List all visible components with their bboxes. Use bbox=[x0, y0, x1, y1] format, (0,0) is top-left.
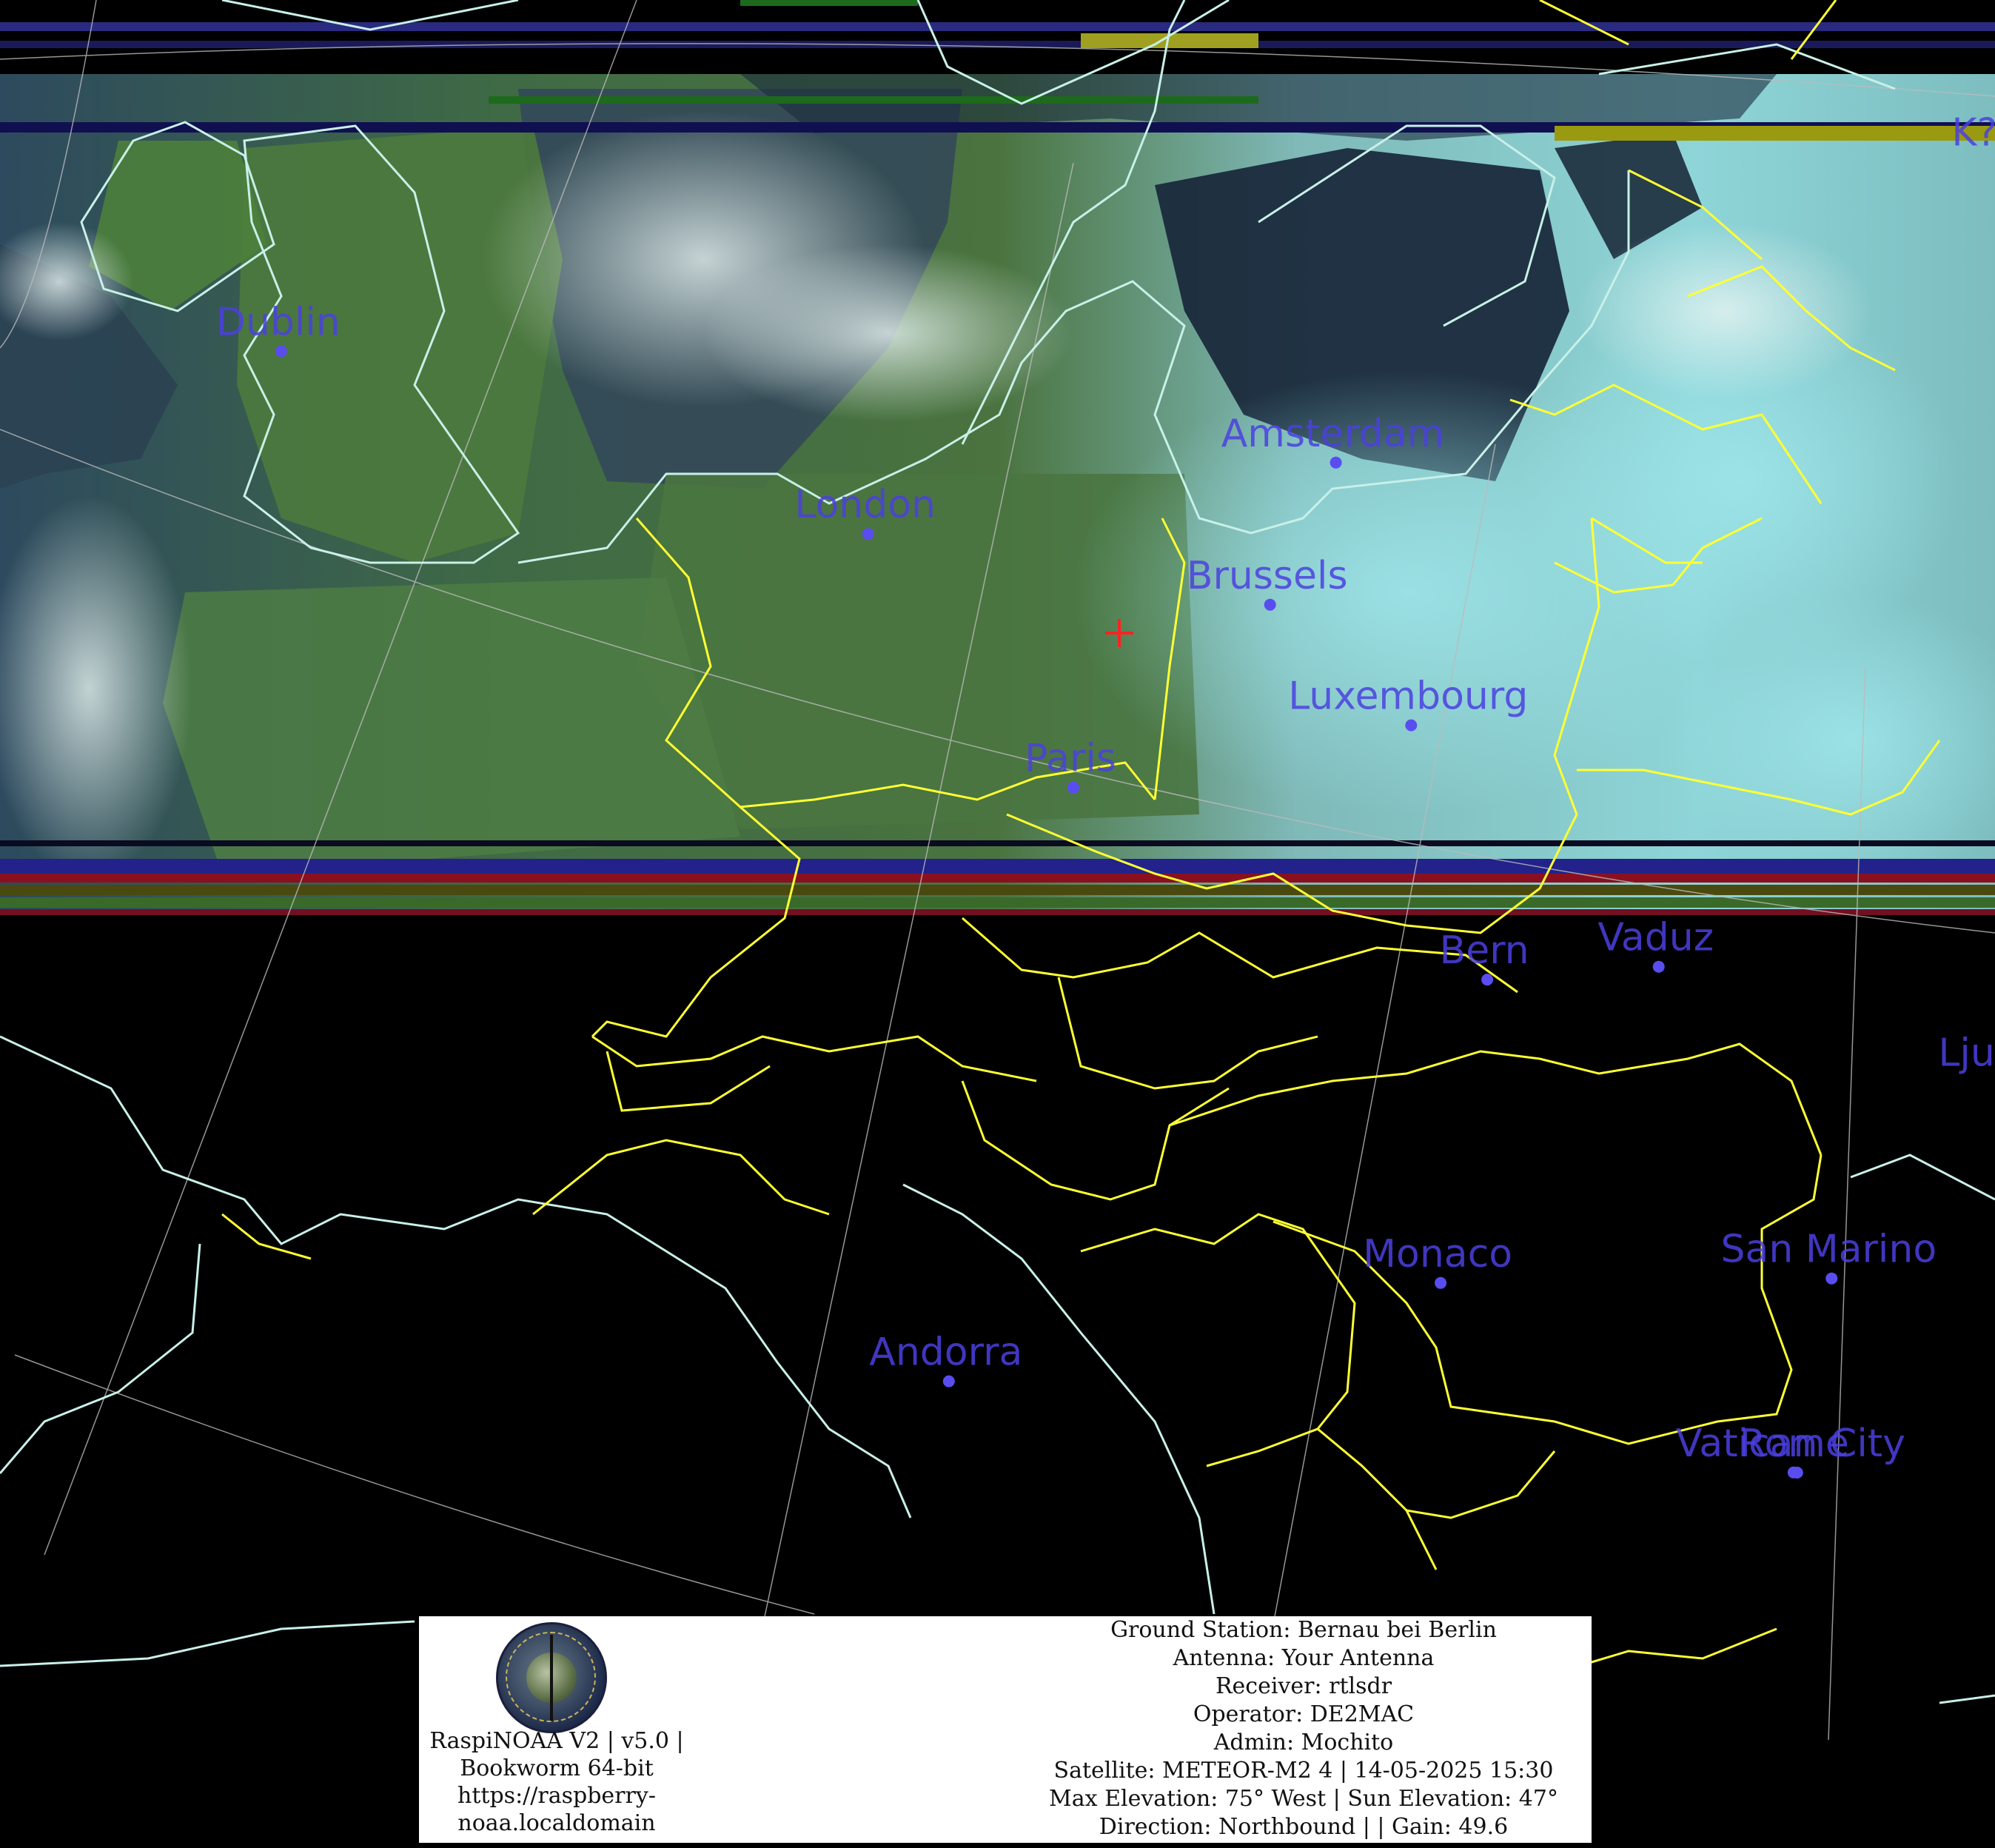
city-label: K?benhavn bbox=[1951, 110, 1995, 155]
city-dot bbox=[275, 345, 287, 358]
software-line: Bookworm 64-bit bbox=[460, 1755, 654, 1781]
software-line: https://raspberry- bbox=[457, 1783, 656, 1809]
city-label: Paris bbox=[1025, 737, 1116, 781]
software-info: RaspiNOAA V2 | v5.0 | Bookworm 64-bit ht… bbox=[419, 1727, 697, 1837]
station-line: Receiver: rtlsdr bbox=[1215, 1673, 1392, 1699]
station-line: Max Elevation: 75° West | Sun Elevation:… bbox=[1049, 1786, 1558, 1812]
city-label: Amsterdam bbox=[1221, 412, 1445, 456]
city-dot bbox=[1825, 1272, 1838, 1285]
city-label: Bern bbox=[1440, 928, 1529, 973]
city-label: Vaduz bbox=[1597, 916, 1714, 960]
city-label: Andorra bbox=[869, 1330, 1022, 1375]
satellite-imagery bbox=[0, 0, 1995, 915]
city-label: Brussels bbox=[1187, 554, 1348, 598]
city-bern: Bern bbox=[1440, 928, 1529, 986]
city-ljubljana: Ljubljana bbox=[1938, 1031, 1995, 1076]
station-line: Antenna: Your Antenna bbox=[1173, 1645, 1435, 1671]
station-info: Ground Station: Bernau bei Berlin Antenn… bbox=[1011, 1616, 1592, 1841]
city-dot bbox=[942, 1375, 955, 1387]
city-label: Dublin bbox=[216, 300, 341, 344]
software-line: RaspiNOAA V2 | v5.0 | bbox=[429, 1728, 684, 1754]
city-monaco: Monaco bbox=[1363, 1232, 1512, 1289]
city-label: Rome bbox=[1740, 1422, 1849, 1466]
city-label: Ljubljana bbox=[1938, 1031, 1995, 1076]
city-label: San Marino bbox=[1720, 1228, 1937, 1272]
city-dot bbox=[1435, 1276, 1447, 1289]
city-andorra: Andorra bbox=[869, 1330, 1022, 1387]
city-vaduz: Vaduz bbox=[1597, 916, 1714, 973]
city-dot bbox=[1067, 781, 1079, 794]
station-line: Satellite: METEOR-M2 4 | 14-05-2025 15:3… bbox=[1053, 1758, 1554, 1784]
city-dot bbox=[1652, 960, 1665, 973]
city-dot bbox=[862, 528, 874, 540]
city-dot bbox=[1405, 719, 1418, 732]
city-label: Luxembourg bbox=[1288, 674, 1528, 719]
city-dot bbox=[1264, 598, 1276, 611]
station-line: Admin: Mochito bbox=[1213, 1730, 1394, 1755]
raspinoaa-logo bbox=[496, 1622, 607, 1733]
station-line: Operator: DE2MAC bbox=[1193, 1701, 1415, 1727]
city-dot bbox=[1330, 456, 1342, 469]
info-panel: RaspiNOAA V2 | v5.0 | Bookworm 64-bit ht… bbox=[419, 1616, 1592, 1843]
station-line: Direction: Northbound | | Gain: 49.6 bbox=[1099, 1814, 1509, 1840]
city-rome: Rome bbox=[1740, 1422, 1849, 1479]
software-line: noaa.localdomain bbox=[457, 1810, 656, 1836]
city-dot bbox=[1481, 974, 1494, 986]
city-dot bbox=[1791, 1467, 1803, 1479]
satellite-map: OsloStockholmHelsinkiTallinnDublinRigaK?… bbox=[0, 0, 1995, 1837]
city-label: Monaco bbox=[1363, 1232, 1512, 1276]
city-san-marino: San Marino bbox=[1720, 1228, 1937, 1285]
city-label: London bbox=[794, 483, 936, 527]
station-line: Ground Station: Bernau bei Berlin bbox=[1110, 1617, 1497, 1643]
